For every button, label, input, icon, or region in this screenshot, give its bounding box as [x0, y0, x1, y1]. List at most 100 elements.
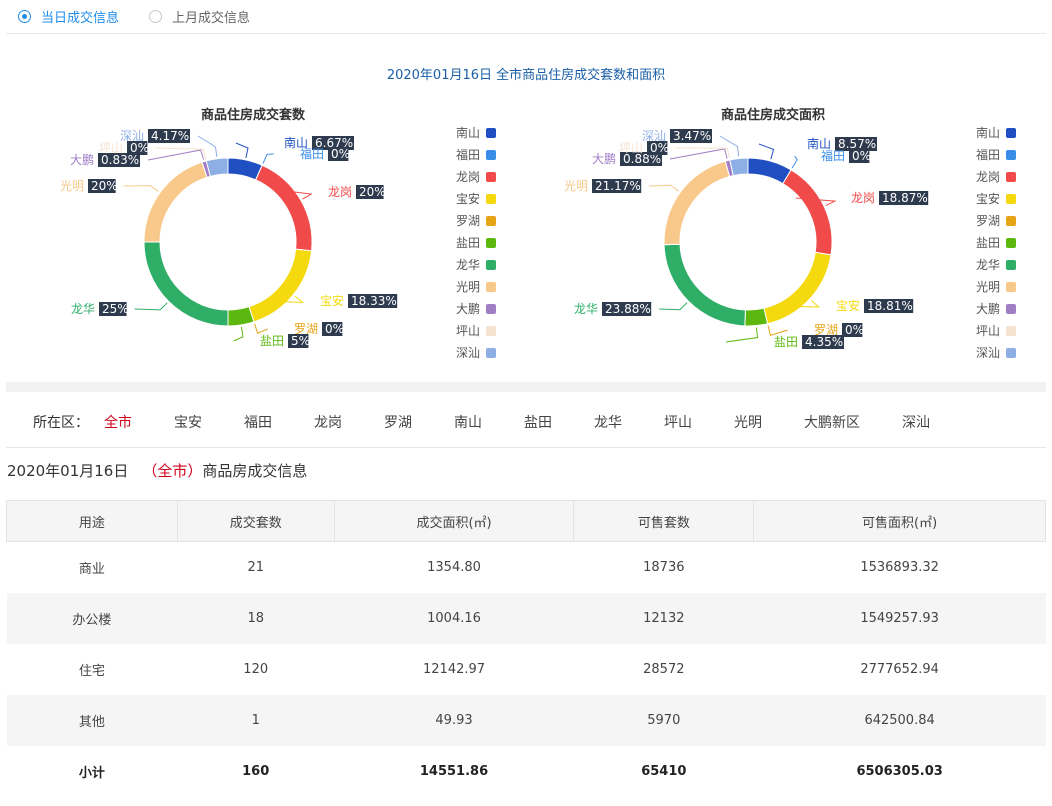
- legend-swatch[interactable]: [486, 304, 496, 314]
- legend-swatch[interactable]: [486, 194, 496, 204]
- legend-swatch[interactable]: [1006, 216, 1016, 226]
- radio-unselected-icon[interactable]: [149, 9, 163, 23]
- tab-last-month-deals[interactable]: 上月成交信息: [149, 7, 250, 26]
- tab-today-deals[interactable]: 当日成交信息: [18, 7, 119, 26]
- donut-slice[interactable]: [227, 306, 255, 327]
- district-option-all[interactable]: 全市: [104, 412, 132, 432]
- legend-swatch[interactable]: [486, 282, 496, 292]
- district-filter-label: 所在区：: [33, 415, 89, 431]
- legend-swatch[interactable]: [486, 260, 496, 270]
- district-option-baoan[interactable]: 宝安: [174, 412, 202, 432]
- district-option-nanshan[interactable]: 南山: [454, 412, 482, 432]
- legend-label: 福田: [976, 147, 1000, 162]
- legend-swatch[interactable]: [486, 326, 496, 336]
- legend-swatch[interactable]: [486, 150, 496, 160]
- leader-line: [235, 142, 249, 158]
- radio-selected-icon[interactable]: [18, 9, 31, 23]
- legend-label: 宝安: [976, 191, 1000, 206]
- cell-usage: 办公楼: [6, 592, 178, 644]
- slice-name-label: 龙岗: [851, 191, 875, 205]
- district-option-pingshan[interactable]: 坪山: [664, 412, 692, 432]
- donut-slice[interactable]: [763, 251, 832, 325]
- legend-label: 大鹏: [456, 302, 480, 316]
- legend-swatch[interactable]: [1006, 194, 1016, 204]
- donut-slice[interactable]: [255, 164, 313, 252]
- leader-line: [197, 135, 218, 157]
- slice-value-label: 5%: [291, 334, 310, 348]
- district-option-dapeng[interactable]: 大鹏新区: [804, 412, 860, 432]
- donut-slice[interactable]: [205, 157, 229, 177]
- donut-slice[interactable]: [143, 241, 229, 327]
- donut-slice[interactable]: [782, 169, 833, 256]
- legend-label: 龙华: [976, 258, 1000, 272]
- divider: [6, 447, 1046, 448]
- district-option-longhua[interactable]: 龙华: [594, 412, 622, 432]
- legend-label: 坪山: [456, 324, 480, 338]
- charts-title: 2020年01月16日 全市商品住房成交套数和面积: [386, 68, 666, 83]
- donut-slice[interactable]: [663, 243, 746, 327]
- leader-line: [669, 148, 728, 160]
- donut-slice[interactable]: [729, 157, 749, 177]
- legend-swatch[interactable]: [486, 128, 496, 138]
- slice-value-label: 0%: [325, 322, 344, 336]
- district-option-futian[interactable]: 福田: [244, 412, 272, 432]
- leader-line: [254, 323, 268, 334]
- slice-value-label: 0%: [845, 323, 864, 337]
- deals-table: 用途 成交套数 成交面积(㎡) 可售套数 可售面积(㎡) 商业 21 1354.…: [6, 500, 1046, 797]
- slice-name-label: 大鹏: [70, 153, 94, 167]
- donut-slice[interactable]: [744, 307, 769, 327]
- leader-line: [134, 302, 168, 311]
- legend-swatch[interactable]: [1006, 260, 1016, 270]
- table-row: 办公楼 18 1004.16 12132 1549257.93: [6, 592, 1046, 644]
- slice-name-label: 光明: [60, 179, 84, 193]
- legend-label: 罗湖: [976, 213, 1000, 228]
- cell-available-count: 5970: [573, 694, 754, 746]
- legend-swatch[interactable]: [1006, 238, 1016, 248]
- legend-swatch[interactable]: [1006, 326, 1016, 336]
- cell-usage: 小计: [78, 765, 105, 781]
- district-option-luohu[interactable]: 罗湖: [384, 412, 412, 432]
- slice-name-label: 深汕: [120, 129, 144, 143]
- slice-value-label: 3.47%: [673, 129, 711, 143]
- cell-deal-area: 12142.97: [423, 661, 486, 677]
- table-title-close: ）: [187, 462, 203, 480]
- district-option-guangming[interactable]: 光明: [734, 412, 762, 432]
- leader-line: [147, 149, 205, 161]
- table-row: 住宅 120 12142.97 28572 2777652.94: [7, 644, 1046, 695]
- leader-line: [767, 325, 788, 336]
- legend-swatch[interactable]: [486, 216, 496, 226]
- district-option-longgang[interactable]: 龙岗: [314, 412, 342, 432]
- donut-slice[interactable]: [663, 160, 731, 246]
- leader-line: [791, 155, 798, 169]
- cell-usage: 商业: [78, 561, 105, 577]
- donut-slice[interactable]: [248, 248, 313, 323]
- legend-swatch[interactable]: [1006, 304, 1016, 314]
- slice-value-label: 0.83%: [101, 153, 139, 167]
- cell-deal-area: 14551.86: [419, 763, 489, 779]
- table-title-scope: 全市: [157, 462, 188, 480]
- slice-name-label: 坪山: [99, 141, 123, 155]
- slice-name-label: 福田: [821, 148, 845, 163]
- slice-value-label: 0%: [852, 149, 871, 163]
- legend-swatch[interactable]: [1006, 348, 1016, 358]
- district-option-yantian[interactable]: 盐田: [524, 412, 552, 432]
- legend-swatch[interactable]: [486, 348, 496, 358]
- legend-swatch[interactable]: [486, 172, 496, 182]
- legend-swatch[interactable]: [1006, 128, 1016, 138]
- legend-label: 光明: [976, 280, 1000, 294]
- legend-label: 盐田: [976, 236, 1000, 250]
- leader-line: [233, 326, 244, 342]
- slice-name-label: 宝安: [836, 298, 860, 313]
- district-filter: 所在区： 全市 宝安 福田 龙岗 罗湖 南山 盐田 龙华 坪山 光明 大鹏新区 …: [0, 404, 1052, 438]
- donut-slice[interactable]: [143, 161, 208, 243]
- cell-deal-area: 1354.80: [427, 559, 481, 575]
- district-option-shenshan[interactable]: 深汕: [902, 412, 930, 432]
- legend-swatch[interactable]: [1006, 172, 1016, 182]
- legend-swatch[interactable]: [1006, 150, 1016, 160]
- legend-swatch[interactable]: [486, 238, 496, 248]
- legend-swatch[interactable]: [1006, 282, 1016, 292]
- slice-name-label: 福田: [300, 146, 324, 161]
- slice-value-label: 18.87%: [882, 191, 928, 205]
- donut-chart-2: 商品住房成交面积南山 8.57%福田 0%龙岗 18.87%宝安 18.81%罗湖 0%盐…: [564, 107, 1016, 360]
- table-title-open: （: [142, 462, 158, 480]
